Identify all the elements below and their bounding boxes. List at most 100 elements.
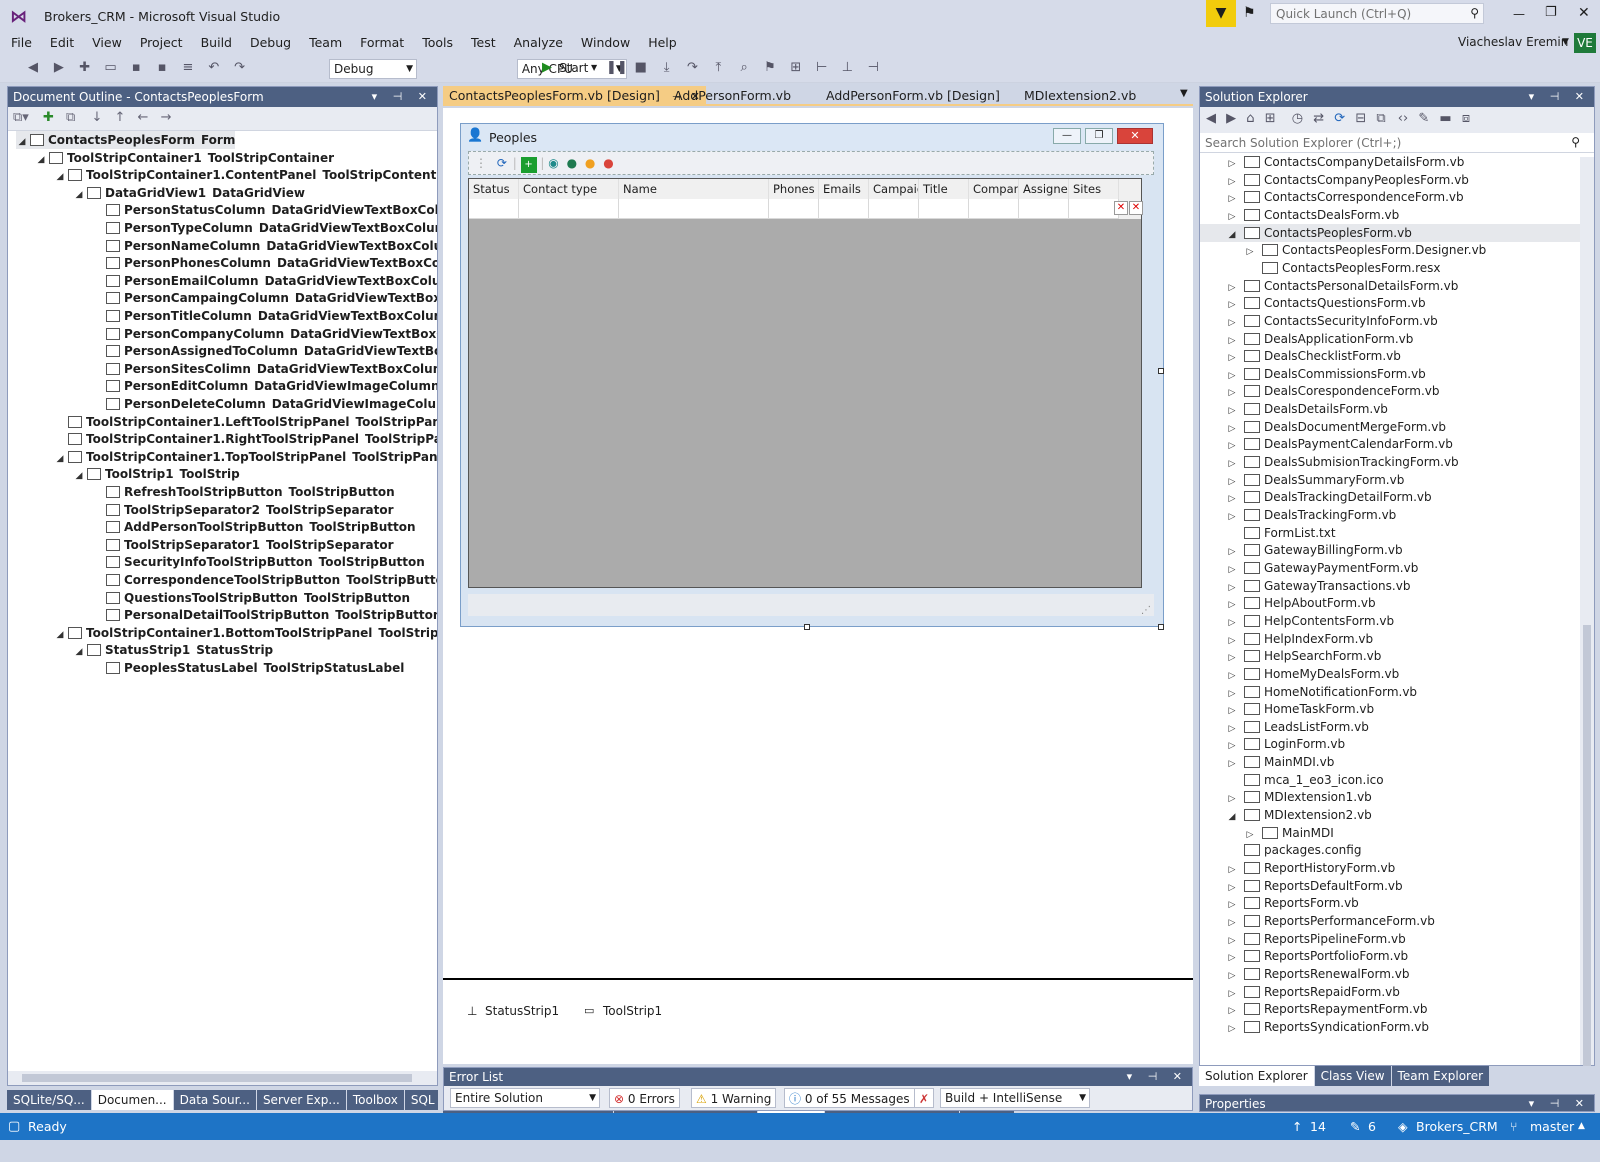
branch-icon[interactable]: ⑂: [1510, 1113, 1518, 1140]
start-chevron-icon[interactable]: ▼: [591, 63, 597, 72]
outline-node[interactable]: SecurityInfoToolStripButton ToolStripButt…: [92, 553, 425, 571]
tab-left-3[interactable]: Server Exp...: [256, 1090, 347, 1110]
doc-tab-0[interactable]: ContactsPeoplesForm.vb [Design] ⊣ ✕: [443, 86, 706, 106]
data-grid-view[interactable]: Status Contact type Name Phones Emails Campai…: [468, 178, 1143, 588]
stop-icon[interactable]: ■: [632, 59, 650, 77]
solution-item[interactable]: ▷ LoginForm.vb: [1200, 735, 1580, 753]
outline-node[interactable]: PersonTitleColumn DataGridViewTextBoxColu…: [92, 307, 437, 325]
menu-project[interactable]: Project: [131, 33, 192, 52]
tab-left-5[interactable]: SQL Serve...: [404, 1090, 438, 1110]
grid-column-header[interactable]: Contact type: [519, 179, 619, 199]
undo-icon[interactable]: ↶: [205, 59, 223, 77]
menu-help[interactable]: Help: [639, 33, 686, 52]
resize-handle[interactable]: [804, 624, 810, 630]
solution-item[interactable]: ▷ ContactsSecurityInfoForm.vb: [1200, 312, 1580, 330]
error-scope-combo[interactable]: Entire Solution ▼: [450, 1088, 600, 1108]
solution-item[interactable]: ▷ GatewayBillingForm.vb: [1200, 541, 1580, 559]
grid-delete-icon[interactable]: ✕: [1129, 201, 1143, 215]
grid-cell[interactable]: [1019, 199, 1069, 219]
tab-left-4[interactable]: Toolbox: [346, 1090, 405, 1110]
solution-item[interactable]: ▷ ContactsDealsForm.vb: [1200, 206, 1580, 224]
outline-node[interactable]: ToolStripSeparator2 ToolStripSeparator: [92, 501, 394, 519]
expander-icon[interactable]: ◢: [54, 626, 66, 644]
menu-build[interactable]: Build: [192, 33, 241, 52]
outline-node[interactable]: ToolStripContainer1.RightToolStripPanel T…: [54, 430, 437, 448]
menu-team[interactable]: Team: [300, 33, 351, 52]
doc-tab-3[interactable]: MDIextension2.vb: [1018, 86, 1142, 106]
solution-item[interactable]: ▷ MainMDI: [1200, 824, 1580, 842]
preview-icon[interactable]: ▬: [1439, 111, 1451, 126]
menu-tools[interactable]: Tools: [413, 33, 462, 52]
solution-item[interactable]: ▷ ReportsForm.vb: [1200, 894, 1580, 912]
move-right-icon[interactable]: →: [161, 110, 172, 125]
menu-edit[interactable]: Edit: [41, 33, 83, 52]
outline-node[interactable]: PersonDeleteColumn DataGridViewImageColum…: [92, 395, 437, 413]
sync-icon[interactable]: ⇄: [1313, 111, 1324, 126]
close-button[interactable]: ✕: [1578, 5, 1590, 21]
grid-column-header[interactable]: Phones: [769, 179, 819, 199]
add-person-icon[interactable]: +: [520, 157, 537, 173]
menu-debug[interactable]: Debug: [241, 33, 300, 52]
properties-selector-row[interactable]: [1199, 1112, 1595, 1113]
menu-analyze[interactable]: Analyze: [505, 33, 572, 52]
user-menu-chevron-icon[interactable]: ▼: [1562, 37, 1569, 47]
tab-right-1[interactable]: Class View: [1314, 1066, 1392, 1086]
solution-item[interactable]: ▷ ContactsCompanyPeoplesForm.vb: [1200, 171, 1580, 189]
security-info-icon[interactable]: ◉: [548, 156, 558, 170]
back-icon[interactable]: ◀: [1206, 111, 1216, 126]
repo-icon[interactable]: ◈: [1398, 1113, 1408, 1140]
outline-node[interactable]: CorrespondenceToolStripButton ToolStripBu…: [92, 571, 437, 589]
solution-item[interactable]: ▷ GatewayPaymentForm.vb: [1200, 559, 1580, 577]
menu-format[interactable]: Format: [351, 33, 413, 52]
solution-item[interactable]: ▷ GatewayTransactions.vb: [1200, 577, 1580, 595]
solution-search[interactable]: Search Solution Explorer (Ctrl+;) ⚲: [1200, 133, 1594, 153]
outline-node[interactable]: PeoplesStatusLabel ToolStripStatusLabel: [92, 659, 404, 677]
outline-node[interactable]: ToolStripContainer1.LeftToolStripPanel To…: [54, 413, 437, 431]
peoples-form[interactable]: 👤 Peoples — ❐ ✕ ⋮ ⟳ | + | ◉ ● ● ● Status…: [460, 123, 1164, 627]
solution-item[interactable]: ▷ DealsSubmisionTrackingForm.vb: [1200, 453, 1580, 471]
expander-icon[interactable]: ◢: [54, 450, 66, 468]
tool-strip-tray-item[interactable]: ToolStrip1: [603, 1004, 662, 1018]
solution-item[interactable]: ▷ ContactsCorrespondenceForm.vb: [1200, 188, 1580, 206]
solution-item[interactable]: ContactsPeoplesForm.resx: [1200, 259, 1580, 277]
solution-item[interactable]: ▷ DealsCorespondenceForm.vb: [1200, 382, 1580, 400]
correspondence-icon[interactable]: ●: [567, 156, 577, 170]
copy-icon[interactable]: ⧉: [66, 110, 75, 125]
form-minimize-button[interactable]: —: [1053, 128, 1081, 144]
pending-changes-icon[interactable]: ◷: [1292, 111, 1303, 126]
align-right-icon[interactable]: ⊣: [864, 59, 882, 77]
properties-wrench-icon[interactable]: ✎: [1418, 111, 1429, 126]
back-icon[interactable]: ◀: [24, 59, 42, 77]
switch-views-icon[interactable]: ⊞: [1265, 111, 1276, 126]
resize-handle[interactable]: [1158, 368, 1164, 374]
outline-node[interactable]: PersonEmailColumn DataGridViewTextBoxColu…: [92, 272, 437, 290]
solution-item[interactable]: ▷ ReportsDefaultForm.vb: [1200, 877, 1580, 895]
grid-column-header[interactable]: Name: [619, 179, 769, 199]
solution-item[interactable]: mca_1_eo3_icon.ico: [1200, 771, 1580, 789]
maximize-button[interactable]: ❐: [1545, 5, 1557, 20]
view-code-icon[interactable]: ‹›: [1398, 111, 1408, 126]
outline-node[interactable]: PersonalDetailToolStripButton ToolStripBu…: [92, 606, 437, 624]
doc-tab-2[interactable]: AddPersonForm.vb [Design]: [820, 86, 1006, 106]
solution-item[interactable]: ▷ ContactsPeoplesForm.Designer.vb: [1200, 241, 1580, 259]
solution-item[interactable]: ▷ DealsTrackingForm.vb: [1200, 506, 1580, 524]
move-down-icon[interactable]: ↓: [91, 110, 102, 125]
outline-node[interactable]: PersonStatusColumn DataGridViewTextBoxCol…: [92, 201, 437, 219]
solution-item[interactable]: ▷ HelpContentsForm.vb: [1200, 612, 1580, 630]
move-left-icon[interactable]: ←: [138, 110, 149, 125]
expander-icon[interactable]: ◢: [73, 643, 85, 661]
comment-icon[interactable]: ≡: [179, 59, 197, 77]
repo-name[interactable]: Brokers_CRM: [1416, 1113, 1498, 1140]
expander-icon[interactable]: ◢: [35, 151, 47, 169]
tab-right-2[interactable]: Team Explorer: [1391, 1066, 1491, 1086]
outline-node[interactable]: PersonNameColumn DataGridViewTextBoxColum…: [92, 237, 437, 255]
questions-icon[interactable]: ●: [585, 156, 595, 170]
outline-node[interactable]: PersonSitesColimn DataGridViewTextBoxColu…: [92, 360, 437, 378]
tab-left-0[interactable]: SQLite/SQ...: [7, 1090, 92, 1110]
solution-item[interactable]: ▷ LeadsListForm.vb: [1200, 718, 1580, 736]
outline-node[interactable]: PersonCompanyColumn DataGridViewTextBoxCo…: [92, 325, 437, 343]
panel-controls-icon[interactable]: ▾ ⊣ ✕: [372, 87, 433, 107]
solution-item[interactable]: packages.config: [1200, 841, 1580, 859]
expander-icon[interactable]: ◢: [73, 186, 85, 204]
solution-item[interactable]: ▷ HelpAboutForm.vb: [1200, 594, 1580, 612]
